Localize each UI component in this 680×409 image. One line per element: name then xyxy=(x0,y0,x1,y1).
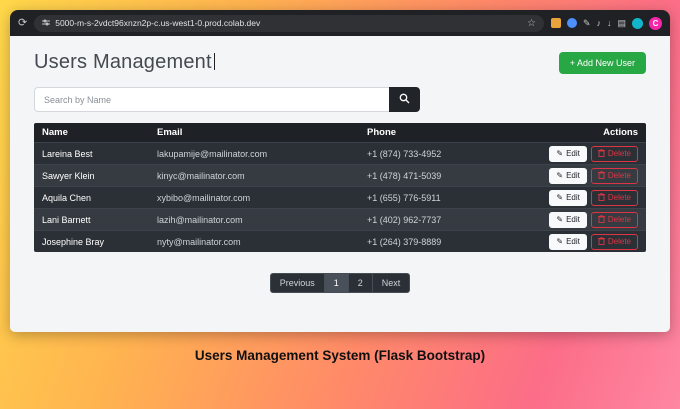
user-phone: +1 (655) 776-5911 xyxy=(367,192,441,203)
download-icon[interactable]: ↓ xyxy=(607,18,612,28)
search-group xyxy=(34,87,420,112)
page-content: Users Management + Add New User Name xyxy=(10,36,670,332)
text-caret xyxy=(213,53,215,70)
table-row: Sawyer Klein kinyc@mailinator.com +1 (47… xyxy=(34,164,646,186)
pagination-page-2[interactable]: 2 xyxy=(347,273,373,293)
row-actions: ✎ Edit Delete xyxy=(488,145,638,162)
pencil-icon: ✎ xyxy=(556,214,564,224)
reading-list-icon[interactable]: ▤ xyxy=(617,18,626,28)
user-name: Sawyer Klein xyxy=(42,170,95,181)
gradient-background: ⟳ 5000-m-s-2vdct96xnzn2p-c.us-west1-0.pr… xyxy=(0,0,680,409)
user-email: nyty@mailinator.com xyxy=(157,236,241,247)
table-row: Lareina Best lakupamije@mailinator.com +… xyxy=(34,142,646,164)
user-name: Lareina Best xyxy=(42,148,93,159)
delete-button[interactable]: Delete xyxy=(590,189,638,206)
page-title-wrap: Users Management xyxy=(34,51,215,74)
user-email: xybibo@mailinator.com xyxy=(157,192,251,203)
user-phone: +1 (264) 379-8889 xyxy=(367,236,442,247)
column-header-email: Email xyxy=(157,127,183,138)
trash-icon xyxy=(597,148,605,159)
user-phone: +1 (402) 962-7737 xyxy=(367,214,442,225)
extensions-area: ✎ ♪ ↓ ▤ C xyxy=(550,16,662,30)
delete-button[interactable]: Delete xyxy=(590,145,638,162)
user-email: lakupamije@mailinator.com xyxy=(157,148,268,159)
add-new-user-button[interactable]: + Add New User xyxy=(558,51,646,74)
pencil-icon: ✎ xyxy=(556,236,564,246)
table-header-row: Name Email Phone Actions xyxy=(34,123,646,142)
row-actions: ✎ Edit Delete xyxy=(488,233,638,250)
pagination-next[interactable]: Next xyxy=(371,273,411,293)
table-row: Lani Barnett lazih@mailinator.com +1 (40… xyxy=(34,208,646,230)
pencil-icon: ✎ xyxy=(556,170,564,180)
users-table: Name Email Phone Actions Lareina Best la… xyxy=(34,123,646,252)
trash-icon xyxy=(597,214,605,225)
user-email: lazih@mailinator.com xyxy=(157,214,243,225)
search-button[interactable] xyxy=(388,87,420,112)
table-row: Aquila Chen xybibo@mailinator.com +1 (65… xyxy=(34,186,646,208)
site-info-icon[interactable] xyxy=(42,14,51,32)
column-header-actions: Actions xyxy=(603,127,638,138)
trash-icon xyxy=(597,170,605,181)
profile-avatar[interactable]: C xyxy=(649,16,662,30)
bookmark-star-icon[interactable]: ☆ xyxy=(527,18,536,29)
edit-button[interactable]: ✎ Edit xyxy=(549,233,587,250)
screenshot-caption: Users Management System (Flask Bootstrap… xyxy=(194,348,486,363)
pencil-extension-icon[interactable]: ✎ xyxy=(583,18,591,28)
search-icon xyxy=(399,92,410,107)
page-title: Users Management xyxy=(34,51,212,73)
pagination: Previous 1 2 Next xyxy=(34,273,646,293)
user-name: Lani Barnett xyxy=(42,214,91,225)
pagination-previous[interactable]: Previous xyxy=(269,273,325,293)
edit-button[interactable]: ✎ Edit xyxy=(549,167,587,184)
delete-button[interactable]: Delete xyxy=(590,233,638,250)
browser-window: ⟳ 5000-m-s-2vdct96xnzn2p-c.us-west1-0.pr… xyxy=(10,10,670,332)
column-header-name: Name xyxy=(42,127,68,138)
row-actions: ✎ Edit Delete xyxy=(488,189,638,206)
note-extension-icon[interactable]: ♪ xyxy=(596,18,601,28)
user-name: Josephine Bray xyxy=(42,236,105,247)
user-phone: +1 (874) 733-4952 xyxy=(367,148,442,159)
trash-icon xyxy=(597,192,605,203)
user-name: Aquila Chen xyxy=(42,192,92,203)
row-actions: ✎ Edit Delete xyxy=(488,211,638,228)
browser-toolbar: ⟳ 5000-m-s-2vdct96xnzn2p-c.us-west1-0.pr… xyxy=(10,10,670,36)
account-avatar[interactable] xyxy=(632,17,643,29)
page-header: Users Management + Add New User xyxy=(34,51,646,74)
pencil-icon: ✎ xyxy=(556,192,564,202)
edit-button[interactable]: ✎ Edit xyxy=(549,189,587,206)
url-text: 5000-m-s-2vdct96xnzn2p-c.us-west1-0.prod… xyxy=(55,18,261,28)
row-actions: ✎ Edit Delete xyxy=(488,167,638,184)
pencil-icon: ✎ xyxy=(556,148,564,158)
search-input[interactable] xyxy=(34,87,389,112)
edit-button[interactable]: ✎ Edit xyxy=(549,211,587,228)
user-phone: +1 (478) 471-5039 xyxy=(367,170,442,181)
address-bar[interactable]: 5000-m-s-2vdct96xnzn2p-c.us-west1-0.prod… xyxy=(34,14,544,32)
trash-icon xyxy=(597,236,605,247)
pagination-page-1[interactable]: 1 xyxy=(323,273,349,293)
delete-button[interactable]: Delete xyxy=(590,167,638,184)
edit-button[interactable]: ✎ Edit xyxy=(549,145,587,162)
delete-button[interactable]: Delete xyxy=(590,211,638,228)
extension-icon-orange[interactable] xyxy=(550,18,561,28)
table-row: Josephine Bray nyty@mailinator.com +1 (2… xyxy=(34,230,646,252)
column-header-phone: Phone xyxy=(367,127,397,138)
extension-icon-avatar[interactable] xyxy=(566,18,577,28)
user-email: kinyc@mailinator.com xyxy=(157,170,245,181)
reload-icon[interactable]: ⟳ xyxy=(18,17,27,29)
